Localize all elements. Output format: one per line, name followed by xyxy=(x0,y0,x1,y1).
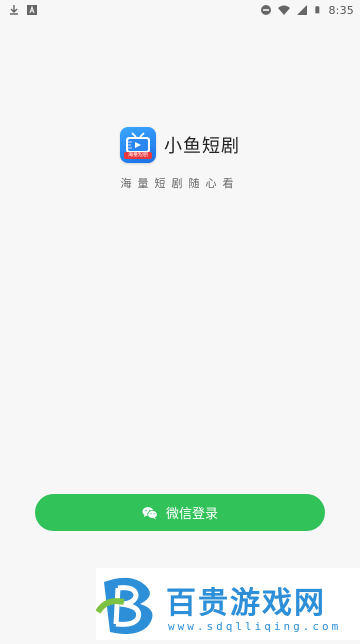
app-name: 小鱼短剧 xyxy=(164,136,240,157)
app-logo-text: 海量短剧 xyxy=(127,152,148,158)
site-watermark: 百贵游戏网 www.sdqlliqing.com xyxy=(95,568,360,640)
wechat-login-button[interactable]: 微信登录 xyxy=(35,494,325,531)
status-bar: 8:35 xyxy=(0,0,360,20)
status-bar-right: 8:35 xyxy=(260,4,354,17)
app-logo-ribbon: 海量短剧 xyxy=(124,152,152,159)
translate-icon xyxy=(27,5,37,15)
signal-icon xyxy=(297,5,308,15)
wifi-icon xyxy=(278,5,291,15)
brand-header: 海量短剧 小鱼短剧 xyxy=(0,127,360,163)
watermark-logo-icon xyxy=(95,577,153,634)
status-time: 8:35 xyxy=(328,3,354,17)
wechat-icon xyxy=(142,506,158,519)
app-slogan: 海量短剧随心看 xyxy=(120,177,240,190)
download-icon xyxy=(10,5,18,15)
wechat-login-label: 微信登录 xyxy=(165,507,218,522)
dnd-icon xyxy=(261,5,272,15)
app-logo-icon: 海量短剧 xyxy=(120,127,156,163)
watermark-url: www.sdqlliqing.com xyxy=(168,620,342,633)
watermark-title: 百贵游戏网 xyxy=(166,586,326,621)
battery-icon xyxy=(315,6,320,14)
status-bar-left xyxy=(8,4,38,16)
